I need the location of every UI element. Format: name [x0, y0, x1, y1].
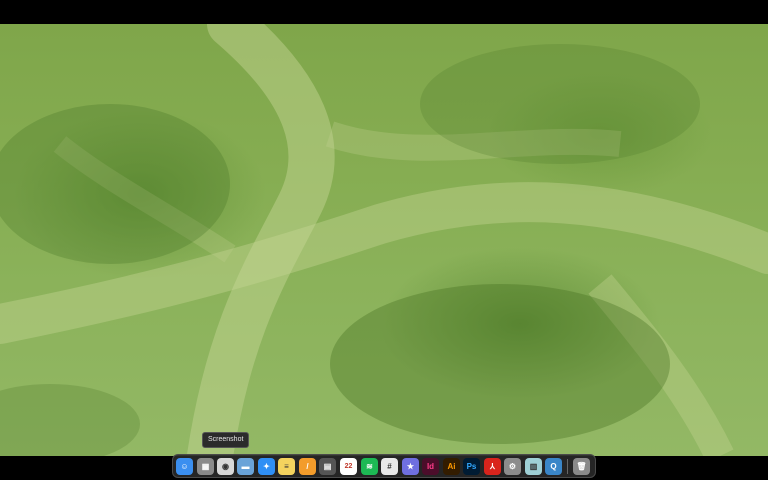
pages-icon[interactable]: /: [299, 458, 316, 475]
dock-separator: [567, 459, 568, 474]
imovie-icon[interactable]: ★: [402, 458, 419, 475]
safari-icon[interactable]: ✦: [258, 458, 275, 475]
top-letterbox: [0, 0, 768, 24]
calendar-icon[interactable]: 22: [340, 458, 357, 475]
dock: ☺ ▦ ◉ ▬ ✦ ≡ / ▤ 22 ≋ # ★ Id Ai Ps ⅄ ⚙ ▥ Q 🗑: [172, 454, 596, 478]
launchpad-icon[interactable]: ▦: [197, 458, 214, 475]
spotify-icon[interactable]: ≋: [361, 458, 378, 475]
quicktime-icon[interactable]: Q: [545, 458, 562, 475]
slack-icon[interactable]: #: [381, 458, 398, 475]
grass-texture: [0, 24, 768, 456]
system-preferences-icon[interactable]: ⚙: [504, 458, 521, 475]
preview-icon[interactable]: ▬: [237, 458, 254, 475]
grass-field-video[interactable]: [0, 24, 768, 456]
calculator-icon[interactable]: ▤: [319, 458, 336, 475]
trash-icon[interactable]: 🗑: [573, 458, 590, 475]
photoshop-icon[interactable]: Ps: [463, 458, 480, 475]
notes-icon[interactable]: ≡: [278, 458, 295, 475]
illustrator-icon[interactable]: Ai: [443, 458, 460, 475]
dock-tooltip: Screenshot: [202, 432, 250, 448]
finder-icon[interactable]: ☺: [176, 458, 193, 475]
screenshot-icon[interactable]: ◉: [217, 458, 234, 475]
desktop-screen: Screenshot ☺ ▦ ◉ ▬ ✦ ≡ / ▤ 22 ≋ # ★ Id Ai Ps ⅄ ⚙ ▥ Q 🗑: [0, 0, 768, 480]
indesign-icon[interactable]: Id: [422, 458, 439, 475]
archive-utility-icon[interactable]: ▥: [525, 458, 542, 475]
acrobat-icon[interactable]: ⅄: [484, 458, 501, 475]
